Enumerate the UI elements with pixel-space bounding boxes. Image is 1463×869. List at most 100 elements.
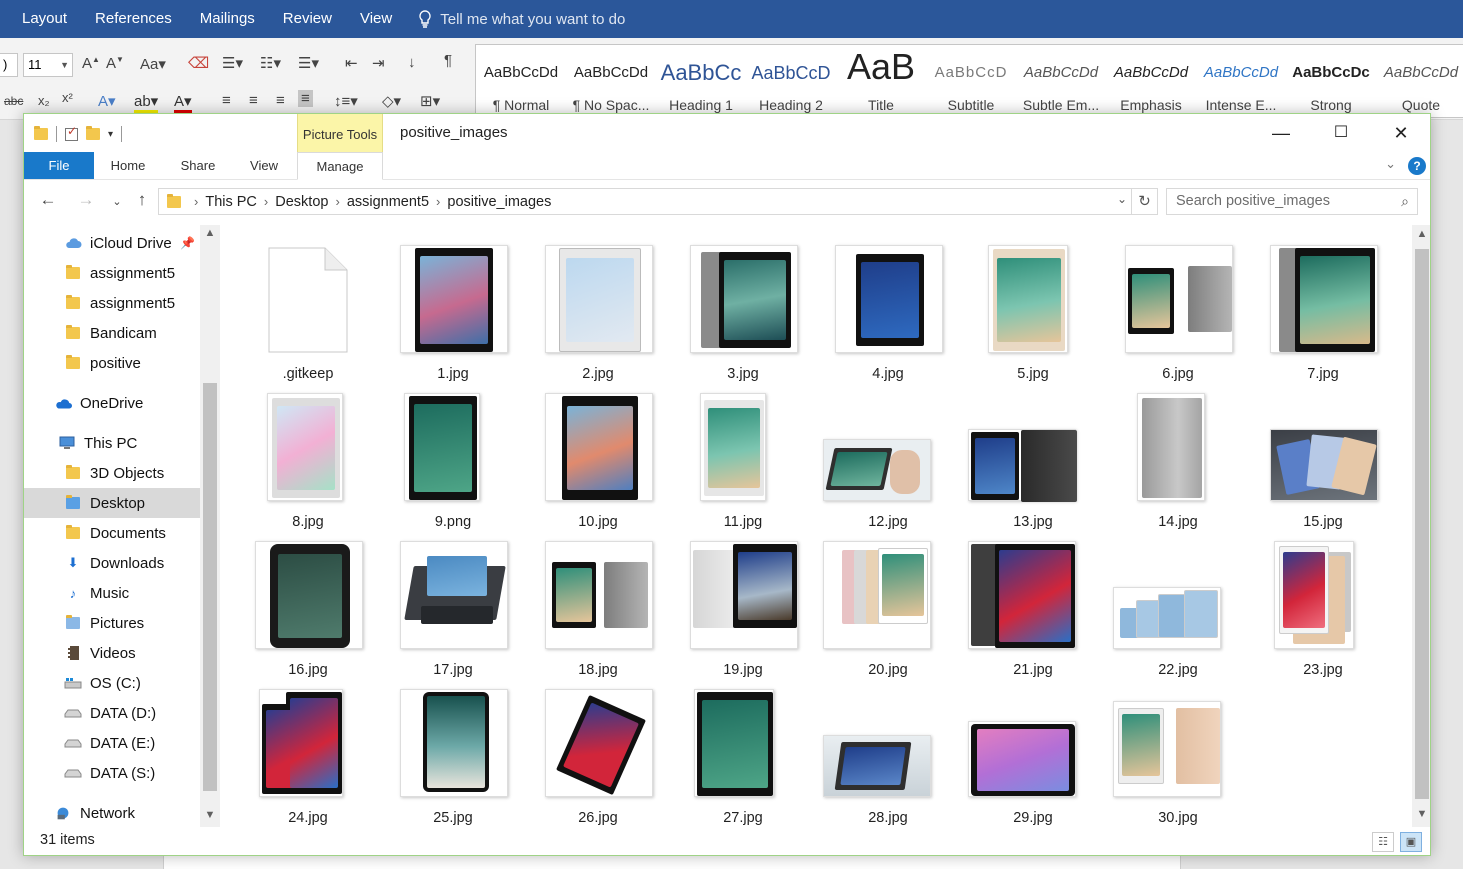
word-tab-mailings[interactable]: Mailings xyxy=(186,0,269,38)
sidebar-item-music[interactable]: ♪ Music xyxy=(24,578,200,608)
chevron-right-icon[interactable]: › xyxy=(436,194,440,209)
sidebar-item-assignment5[interactable]: assignment5 xyxy=(24,258,200,288)
file-item[interactable]: 14.jpg xyxy=(1113,391,1243,537)
sidebar-item-data-d[interactable]: DATA (D:) xyxy=(24,698,200,728)
align-right-icon[interactable]: ≡ xyxy=(276,92,285,109)
breadcrumb-this-pc[interactable]: This PC xyxy=(205,194,257,210)
sidebar-item-bandicam[interactable]: Bandicam xyxy=(24,318,200,348)
scroll-down-icon[interactable]: ▼ xyxy=(1412,808,1430,820)
justify-icon[interactable]: ≡ xyxy=(298,90,313,107)
sidebar-item-positive[interactable]: positive xyxy=(24,348,200,378)
chevron-right-icon[interactable]: › xyxy=(264,194,268,209)
file-item[interactable]: 29.jpg xyxy=(968,687,1098,833)
sidebar-item-data-e[interactable]: DATA (E:) xyxy=(24,728,200,758)
word-tab-references[interactable]: References xyxy=(81,0,186,38)
file-item[interactable]: 23.jpg xyxy=(1258,539,1388,685)
text-effects-icon[interactable]: A▾ xyxy=(98,92,116,110)
file-item[interactable]: 9.png xyxy=(388,391,518,537)
clear-formatting-icon[interactable]: ⌫ xyxy=(188,54,209,72)
sidebar-item-pictures[interactable]: Pictures xyxy=(24,608,200,638)
shading-icon[interactable]: ◇▾ xyxy=(382,92,401,110)
file-item[interactable]: 11.jpg xyxy=(678,391,808,537)
file-item[interactable]: .gitkeep xyxy=(243,243,373,389)
properties-checkbox-icon[interactable]: ✓ xyxy=(65,124,78,141)
file-item[interactable]: 20.jpg xyxy=(823,539,953,685)
expand-ribbon-icon[interactable]: ⌄ xyxy=(1385,156,1396,172)
change-case-icon[interactable]: Aa▾ xyxy=(140,55,166,73)
file-item[interactable]: 27.jpg xyxy=(678,687,808,833)
sidebar-item-videos[interactable]: Videos xyxy=(24,638,200,668)
file-item[interactable]: 19.jpg xyxy=(678,539,808,685)
multilevel-list-icon[interactable]: ☰▾ xyxy=(298,54,319,72)
minimize-button[interactable]: — xyxy=(1252,114,1310,152)
close-button[interactable]: ✕ xyxy=(1372,114,1430,152)
sidebar-item-3d-objects[interactable]: 3D Objects xyxy=(24,458,200,488)
strikethrough-icon[interactable]: abc xyxy=(4,94,23,108)
style-quote[interactable]: AaBbCcDd Quote xyxy=(1376,45,1463,117)
align-center-icon[interactable]: ≡ xyxy=(249,92,258,109)
word-tab-review[interactable]: Review xyxy=(269,0,346,38)
increase-indent-icon[interactable]: ⇥ xyxy=(372,54,385,72)
file-item[interactable]: 15.jpg xyxy=(1258,391,1388,537)
file-item[interactable]: 24.jpg xyxy=(243,687,373,833)
shrink-font-icon[interactable]: A▼ xyxy=(106,55,124,72)
style-subtitle[interactable]: AaBbCcD Subtitle xyxy=(926,45,1016,117)
numbering-icon[interactable]: ☷▾ xyxy=(260,54,281,72)
sidebar-item-assignment5[interactable]: assignment5 xyxy=(24,288,200,318)
details-view-icon[interactable]: ☷ xyxy=(1372,832,1394,852)
file-item[interactable]: 26.jpg xyxy=(533,687,663,833)
sort-icon[interactable]: ↓ xyxy=(408,54,416,71)
file-item[interactable]: 5.jpg xyxy=(968,243,1098,389)
font-name-box[interactable]: ) xyxy=(0,53,18,77)
file-item[interactable]: 13.jpg xyxy=(968,391,1098,537)
subscript-icon[interactable]: x₂ xyxy=(38,93,50,108)
style-heading-2[interactable]: AaBbCcD Heading 2 xyxy=(746,45,836,117)
chevron-right-icon[interactable]: › xyxy=(194,194,198,209)
customize-qat-icon[interactable]: ▾ xyxy=(108,129,113,140)
borders-icon[interactable]: ⊞▾ xyxy=(420,92,440,110)
style-title[interactable]: AaB Title xyxy=(836,45,926,117)
file-item[interactable]: 7.jpg xyxy=(1258,243,1388,389)
sidebar-item-data-s[interactable]: DATA (S:) xyxy=(24,758,200,788)
bullets-icon[interactable]: ☰▾ xyxy=(222,54,243,72)
tab-share[interactable]: Share xyxy=(170,152,226,179)
sidebar-item-documents[interactable]: Documents xyxy=(24,518,200,548)
tab-file[interactable]: File xyxy=(24,152,94,179)
style-intense-emphasis[interactable]: AaBbCcDd Intense E... xyxy=(1196,45,1286,117)
font-color-icon[interactable]: A▾ xyxy=(174,92,192,113)
superscript-icon[interactable]: x² xyxy=(62,90,73,105)
pin-icon[interactable]: 📌 xyxy=(180,236,195,250)
grow-font-icon[interactable]: A▲ xyxy=(82,55,100,72)
file-item[interactable]: 30.jpg xyxy=(1113,687,1243,833)
up-arrow-icon[interactable]: ↑ xyxy=(131,190,153,210)
large-icons-view-icon[interactable]: ▣ xyxy=(1400,832,1422,852)
tell-me-box[interactable]: Tell me what you want to do xyxy=(406,10,625,28)
recent-locations-icon[interactable]: ⌄ xyxy=(106,195,128,208)
file-item[interactable]: 17.jpg xyxy=(388,539,518,685)
file-item[interactable]: 4.jpg xyxy=(823,243,953,389)
sidebar-item-this-pc[interactable]: This PC xyxy=(24,428,200,458)
address-bar[interactable]: › This PC › Desktop › assignment5 › posi… xyxy=(158,188,1132,215)
sidebar-item-icloud-drive[interactable]: iCloud Drive 📌 xyxy=(24,228,200,258)
file-item[interactable]: 16.jpg xyxy=(243,539,373,685)
style-subtle-emphasis[interactable]: AaBbCcDd Subtle Em... xyxy=(1016,45,1106,117)
font-size-box[interactable]: 11 ▼ xyxy=(23,53,73,77)
style-heading-1[interactable]: AaBbCc Heading 1 xyxy=(656,45,746,117)
sidebar-item-downloads[interactable]: ⬇ Downloads xyxy=(24,548,200,578)
file-item[interactable]: 25.jpg xyxy=(388,687,518,833)
sidebar-item-onedrive[interactable]: OneDrive xyxy=(24,388,200,418)
word-tab-layout[interactable]: Layout xyxy=(0,0,81,38)
style-normal[interactable]: AaBbCcDd ¶ Normal xyxy=(476,45,566,117)
sidebar-scrollbar-thumb[interactable] xyxy=(203,383,217,791)
tab-home[interactable]: Home xyxy=(100,152,156,179)
breadcrumb-desktop[interactable]: Desktop xyxy=(275,194,328,210)
style-strong[interactable]: AaBbCcDc Strong xyxy=(1286,45,1376,117)
file-item[interactable]: 10.jpg xyxy=(533,391,663,537)
style-no-spacing[interactable]: AaBbCcDd ¶ No Spac... xyxy=(566,45,656,117)
forward-arrow-icon[interactable]: → xyxy=(75,190,97,210)
file-item[interactable]: 12.jpg xyxy=(823,391,953,537)
file-item[interactable]: 21.jpg xyxy=(968,539,1098,685)
sidebar-item-os-c[interactable]: OS (C:) xyxy=(24,668,200,698)
chevron-right-icon[interactable]: › xyxy=(335,194,339,209)
highlight-icon[interactable]: ab▾ xyxy=(134,92,159,113)
